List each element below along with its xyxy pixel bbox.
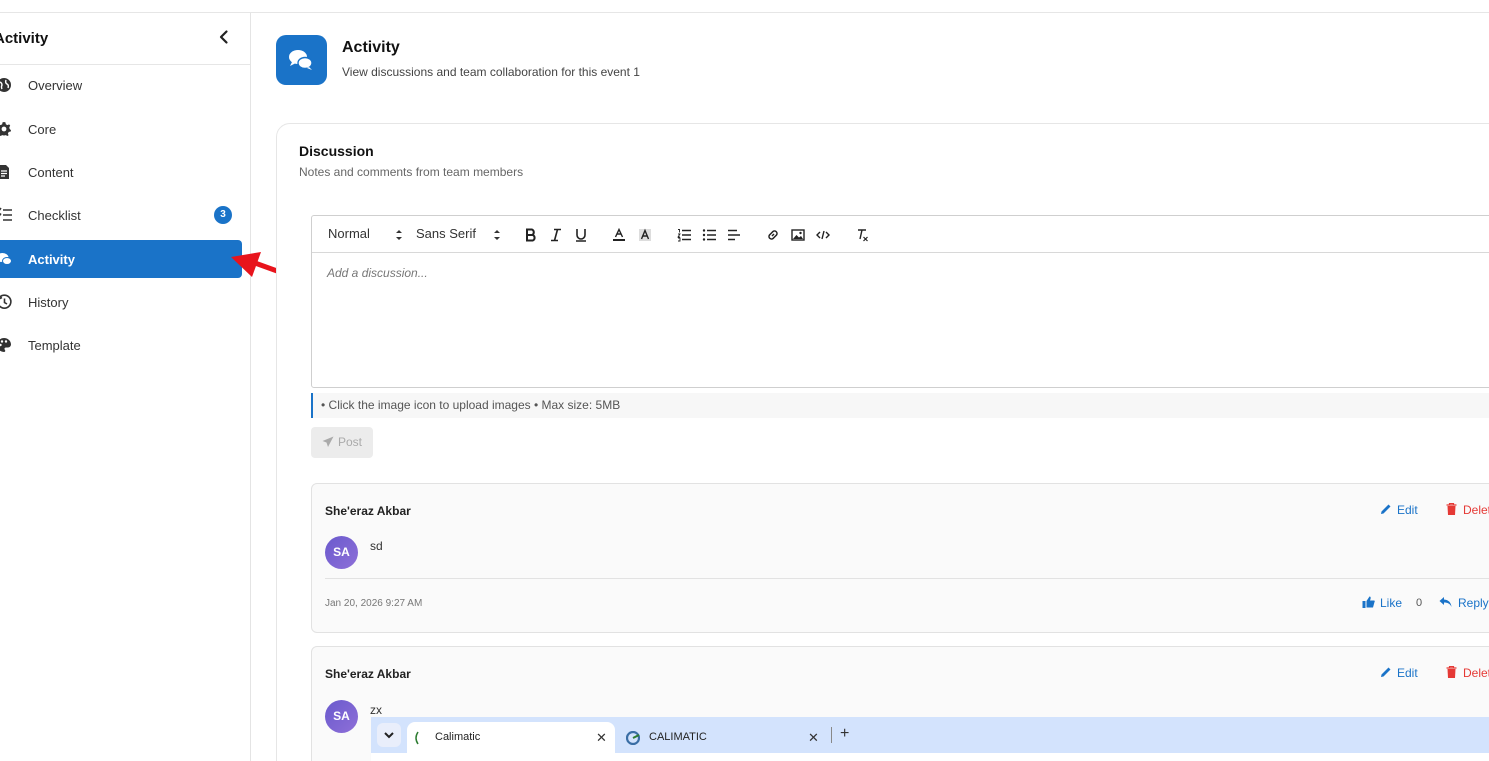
clear-format-icon[interactable] bbox=[855, 228, 869, 242]
embedded-browser-toolbar bbox=[371, 753, 1489, 761]
comment-card: She'eraz Akbar Edit Delet SA sd Jan 20, … bbox=[311, 483, 1489, 633]
pencil-icon bbox=[1381, 504, 1391, 514]
edit-button[interactable]: Edit bbox=[1380, 503, 1418, 517]
comment-body: sd bbox=[370, 539, 383, 553]
sidebar-item-template[interactable]: Template bbox=[0, 326, 242, 364]
browser-tab-label: CALIMATIC bbox=[649, 731, 707, 743]
upload-hint: • Click the image icon to upload images … bbox=[311, 393, 1489, 418]
bullet-list-icon[interactable] bbox=[702, 228, 716, 242]
sidebar-item-label: Activity bbox=[28, 252, 75, 267]
ordered-list-icon[interactable] bbox=[677, 228, 691, 242]
comments-icon bbox=[289, 50, 313, 70]
count-badge: 3 bbox=[214, 206, 232, 224]
palette-icon bbox=[0, 338, 11, 352]
sidebar-item-history[interactable]: History bbox=[0, 283, 242, 321]
gear-icon bbox=[0, 122, 11, 136]
reply-label: Reply bbox=[1458, 596, 1489, 610]
page-title: Activity bbox=[342, 39, 400, 56]
link-icon[interactable] bbox=[766, 228, 780, 242]
browser-tab[interactable]: CALIMATIC ✕ bbox=[617, 722, 829, 753]
calimatic-logo-icon bbox=[626, 731, 640, 745]
avatar: SA bbox=[325, 700, 358, 733]
upload-hint-text: • Click the image icon to upload images … bbox=[321, 398, 621, 412]
send-icon bbox=[322, 436, 334, 447]
post-button[interactable]: Post bbox=[311, 427, 373, 458]
delete-button[interactable]: Delet bbox=[1446, 666, 1489, 680]
history-icon bbox=[0, 294, 12, 309]
sidebar-header: Activity bbox=[0, 13, 250, 65]
image-icon[interactable] bbox=[791, 228, 805, 242]
code-icon[interactable] bbox=[816, 228, 830, 242]
editor-placeholder[interactable]: Add a discussion... bbox=[327, 266, 428, 280]
close-icon[interactable]: ✕ bbox=[808, 730, 819, 746]
page-subtitle: View discussions and team collaboration … bbox=[342, 65, 640, 79]
thumbs-up-icon bbox=[1362, 596, 1375, 608]
tab-separator bbox=[831, 727, 832, 743]
browser-tab-label: Calimatic bbox=[435, 731, 481, 743]
sidebar-item-label: Content bbox=[28, 165, 74, 180]
comments-icon bbox=[0, 253, 12, 265]
embedded-browser-tabstrip: Calimatic ✕ CALIMATIC ✕ + bbox=[371, 717, 1489, 753]
editor-toolbar: Normal Sans Serif bbox=[312, 216, 1489, 253]
like-count: 0 bbox=[1416, 597, 1423, 609]
like-label: Like bbox=[1380, 596, 1403, 610]
comment-author: She'eraz Akbar bbox=[325, 667, 411, 681]
discussion-subtitle: Notes and comments from team members bbox=[299, 165, 524, 179]
checklist-icon bbox=[0, 207, 12, 221]
activity-header-icon bbox=[276, 35, 327, 85]
heading-select[interactable]: Normal bbox=[328, 226, 370, 241]
close-icon[interactable]: ✕ bbox=[596, 730, 607, 746]
avatar: SA bbox=[325, 536, 358, 569]
edit-label: Edit bbox=[1397, 666, 1418, 680]
comment-timestamp: Jan 20, 2026 9:27 AM bbox=[325, 598, 423, 609]
tab-search-button[interactable] bbox=[377, 723, 401, 747]
font-select[interactable]: Sans Serif bbox=[416, 226, 476, 241]
sidebar-item-label: Core bbox=[28, 122, 57, 137]
align-icon[interactable] bbox=[727, 228, 741, 242]
edit-label: Edit bbox=[1397, 503, 1418, 517]
background-color-icon[interactable] bbox=[638, 228, 652, 242]
comment-divider bbox=[325, 578, 1489, 579]
globe-icon bbox=[0, 78, 11, 92]
favicon-icon bbox=[415, 731, 419, 745]
select-arrows-icon bbox=[494, 230, 500, 240]
trash-icon bbox=[1446, 503, 1457, 515]
reply-icon bbox=[1439, 597, 1452, 607]
italic-icon[interactable] bbox=[549, 228, 563, 242]
sidebar: Activity Overview Core Content Checklist bbox=[0, 13, 251, 761]
reply-button[interactable]: Reply bbox=[1439, 596, 1489, 610]
sidebar-item-label: Checklist bbox=[28, 208, 81, 223]
sidebar-item-core[interactable]: Core bbox=[0, 110, 242, 148]
pencil-icon bbox=[1381, 667, 1391, 677]
underline-icon[interactable] bbox=[574, 228, 588, 242]
sidebar-item-checklist[interactable]: Checklist 3 bbox=[0, 196, 242, 234]
document-icon bbox=[0, 165, 9, 179]
delete-label: Delet bbox=[1463, 666, 1489, 680]
trash-icon bbox=[1446, 666, 1457, 678]
sidebar-item-overview[interactable]: Overview bbox=[0, 66, 242, 104]
discussion-editor: Normal Sans Serif Add a discussion... bbox=[311, 215, 1489, 388]
sidebar-item-activity[interactable]: Activity bbox=[0, 240, 242, 278]
chevron-left-icon[interactable] bbox=[214, 27, 234, 47]
comment-author: She'eraz Akbar bbox=[325, 504, 411, 518]
discussion-title: Discussion bbox=[299, 143, 374, 159]
sidebar-item-label: Overview bbox=[28, 78, 83, 93]
sidebar-item-label: History bbox=[28, 295, 69, 310]
chevron-down-icon bbox=[384, 732, 394, 739]
like-button[interactable]: Like bbox=[1362, 596, 1402, 610]
new-tab-icon[interactable]: + bbox=[840, 725, 849, 743]
select-arrows-icon bbox=[396, 230, 402, 240]
post-button-label: Post bbox=[338, 435, 363, 449]
browser-tab[interactable]: Calimatic ✕ bbox=[407, 722, 615, 753]
sidebar-item-label: Template bbox=[28, 338, 81, 353]
sidebar-item-content[interactable]: Content bbox=[0, 153, 242, 191]
sidebar-title: Activity bbox=[0, 30, 49, 47]
delete-button[interactable]: Delet bbox=[1446, 503, 1489, 517]
text-color-icon[interactable] bbox=[612, 228, 626, 242]
bold-icon[interactable] bbox=[524, 228, 538, 242]
comment-body: zx bbox=[370, 703, 382, 717]
delete-label: Delet bbox=[1463, 503, 1489, 517]
edit-button[interactable]: Edit bbox=[1380, 666, 1418, 680]
